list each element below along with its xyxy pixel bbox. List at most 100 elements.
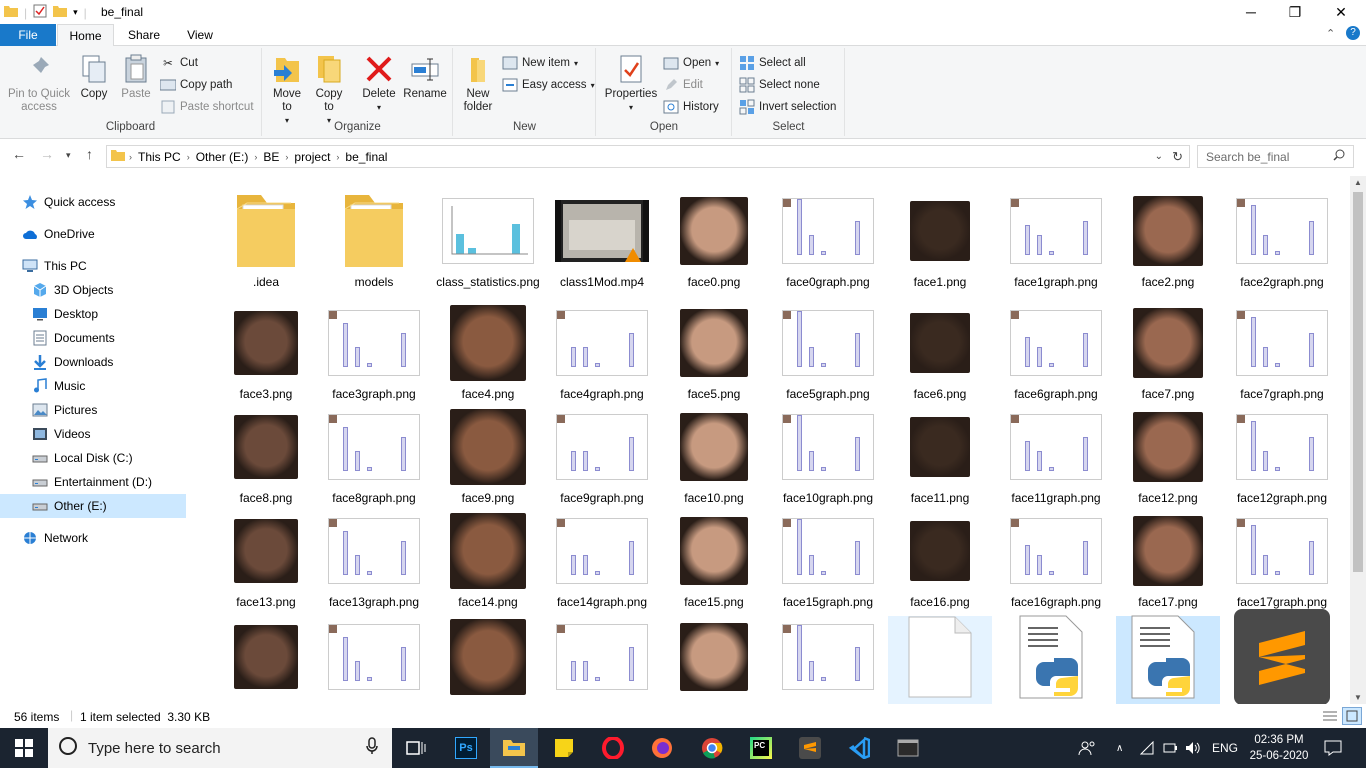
notifications-icon[interactable]: [1324, 728, 1342, 768]
sublime-text-icon[interactable]: [786, 728, 834, 768]
search-input[interactable]: Search be_final: [1197, 145, 1354, 168]
breadcrumb-this-pc[interactable]: This PC: [132, 150, 187, 164]
nav-item-label: Network: [44, 531, 89, 545]
new-item-button[interactable]: New item ▾: [502, 53, 578, 73]
properties-icon[interactable]: [33, 4, 47, 21]
start-button[interactable]: [0, 728, 48, 768]
nav-item-other-e[interactable]: Other (E:): [0, 494, 186, 518]
file-item-item-46[interactable]: [888, 616, 992, 704]
terminal-icon[interactable]: [884, 728, 932, 768]
clock[interactable]: 02:36 PM 25-06-2020: [1248, 732, 1310, 764]
sticky-notes-icon[interactable]: [540, 728, 588, 768]
scroll-down-icon[interactable]: ▼: [1354, 693, 1362, 702]
nav-item-network[interactable]: Network: [0, 526, 186, 550]
language-indicator[interactable]: ENG: [1212, 728, 1238, 768]
nav-item-videos[interactable]: Videos: [0, 422, 186, 446]
nav-item-pictures[interactable]: Pictures: [0, 398, 186, 422]
open-label: Open: [683, 57, 712, 69]
open-button[interactable]: Open ▾: [663, 53, 719, 73]
tab-home[interactable]: Home: [57, 24, 114, 47]
large-icons-view-icon[interactable]: [1342, 707, 1362, 725]
rename-button[interactable]: Rename: [403, 52, 447, 101]
address-field[interactable]: › This PC › Other (E:) › BE › project › …: [106, 145, 1190, 168]
volume-icon[interactable]: [1185, 728, 1201, 768]
restore-button[interactable]: ❐: [1272, 0, 1318, 24]
back-arrow-icon[interactable]: ←: [12, 146, 26, 162]
copy-path-label: Copy path: [180, 79, 233, 91]
scroll-up-icon[interactable]: ▲: [1354, 178, 1362, 187]
move-to-button[interactable]: Move to ▾: [269, 52, 305, 127]
nav-item-desktop[interactable]: Desktop: [0, 302, 186, 326]
pycharm-icon[interactable]: PC: [737, 728, 785, 768]
easy-access-button[interactable]: Easy access ▾: [502, 75, 595, 95]
file-explorer-icon[interactable]: [490, 728, 538, 768]
file-item-item-48[interactable]: [1116, 615, 1220, 704]
copy-to-button[interactable]: Copy to ▾: [311, 52, 347, 127]
show-hidden-icons-icon[interactable]: ∧: [1116, 728, 1123, 768]
copy-button[interactable]: Copy: [76, 52, 112, 101]
network-tray-icon[interactable]: [1140, 728, 1156, 768]
delete-dropdown-icon: ▾: [376, 103, 381, 112]
file-name-label: face4.png: [461, 387, 515, 401]
face-image-thumbnail-icon: [662, 510, 766, 592]
copy-path-button[interactable]: Copy path: [160, 75, 232, 95]
photoshop-icon[interactable]: Ps: [442, 728, 490, 768]
breadcrumb-other-e[interactable]: Other (E:): [190, 150, 255, 164]
graph-thumbnail-icon: [1004, 190, 1108, 272]
breadcrumb-be[interactable]: BE: [257, 150, 285, 164]
select-all-button[interactable]: Select all: [739, 53, 806, 73]
refresh-icon[interactable]: ↻: [1172, 149, 1183, 165]
nav-item-3d-objects[interactable]: 3D Objects: [0, 278, 186, 302]
nav-item-downloads[interactable]: Downloads: [0, 350, 186, 374]
tab-file[interactable]: File: [0, 24, 56, 46]
taskbar-search-box[interactable]: Type here to search: [48, 728, 392, 768]
up-arrow-icon[interactable]: ↑: [86, 146, 93, 162]
invert-selection-button[interactable]: Invert selection: [739, 97, 836, 117]
invert-selection-icon: [739, 99, 755, 115]
cut-button[interactable]: ✂ Cut: [160, 53, 198, 73]
pin-quick-access-button[interactable]: Pin to Quick access: [4, 52, 74, 114]
nav-item-entertainment-d[interactable]: Entertainment (D:): [0, 470, 186, 494]
opera-icon[interactable]: [589, 728, 637, 768]
chevron-down-icon[interactable]: ⌄: [1155, 151, 1163, 162]
delete-button[interactable]: Delete ▾: [359, 52, 399, 114]
item-count: 56 items: [14, 710, 60, 724]
tab-share[interactable]: Share: [120, 24, 168, 46]
nav-item-quick-access[interactable]: Quick access: [0, 190, 186, 214]
new-folder-button[interactable]: New folder: [460, 52, 496, 114]
nav-item-this-pc[interactable]: This PC: [0, 254, 186, 278]
nav-item-onedrive[interactable]: OneDrive: [0, 222, 186, 246]
new-folder-icon[interactable]: [53, 5, 68, 20]
details-view-icon[interactable]: [1322, 709, 1338, 726]
battery-icon[interactable]: [1163, 728, 1177, 768]
nav-item-music[interactable]: Music: [0, 374, 186, 398]
close-button[interactable]: ✕: [1318, 0, 1364, 24]
properties-button[interactable]: Properties ▾: [603, 52, 659, 114]
vscode-icon[interactable]: [835, 728, 883, 768]
graph-thumbnail-icon: [550, 616, 654, 698]
edit-button[interactable]: Edit: [663, 75, 703, 95]
nav-item-documents[interactable]: Documents: [0, 326, 186, 350]
tab-view[interactable]: View: [176, 24, 224, 46]
vertical-scrollbar[interactable]: ▲ ▼: [1350, 176, 1366, 704]
collapse-ribbon-icon[interactable]: ⌃: [1326, 27, 1335, 40]
scrollbar-thumb[interactable]: [1353, 192, 1363, 572]
paste-shortcut-button[interactable]: Paste shortcut: [160, 97, 254, 117]
graph-thumbnail-icon: [550, 302, 654, 384]
help-icon[interactable]: ?: [1346, 26, 1360, 40]
select-none-button[interactable]: Select none: [739, 75, 820, 95]
recent-locations-icon[interactable]: ▾: [66, 150, 71, 161]
breadcrumb-be-final[interactable]: be_final: [339, 150, 393, 164]
people-icon[interactable]: [1078, 728, 1096, 768]
microphone-icon[interactable]: [366, 737, 378, 759]
nav-item-local-disk-c[interactable]: Local Disk (C:): [0, 446, 186, 470]
history-button[interactable]: History: [663, 97, 719, 117]
forward-arrow-icon[interactable]: →: [40, 146, 54, 162]
paste-button[interactable]: Paste: [118, 52, 154, 101]
chrome-icon[interactable]: [688, 728, 736, 768]
minimize-button[interactable]: ─: [1228, 0, 1274, 24]
firefox-icon[interactable]: [638, 728, 686, 768]
customize-dropdown-icon[interactable]: ▾: [73, 7, 78, 18]
breadcrumb-project[interactable]: project: [288, 150, 336, 164]
task-view-icon[interactable]: [392, 728, 440, 768]
